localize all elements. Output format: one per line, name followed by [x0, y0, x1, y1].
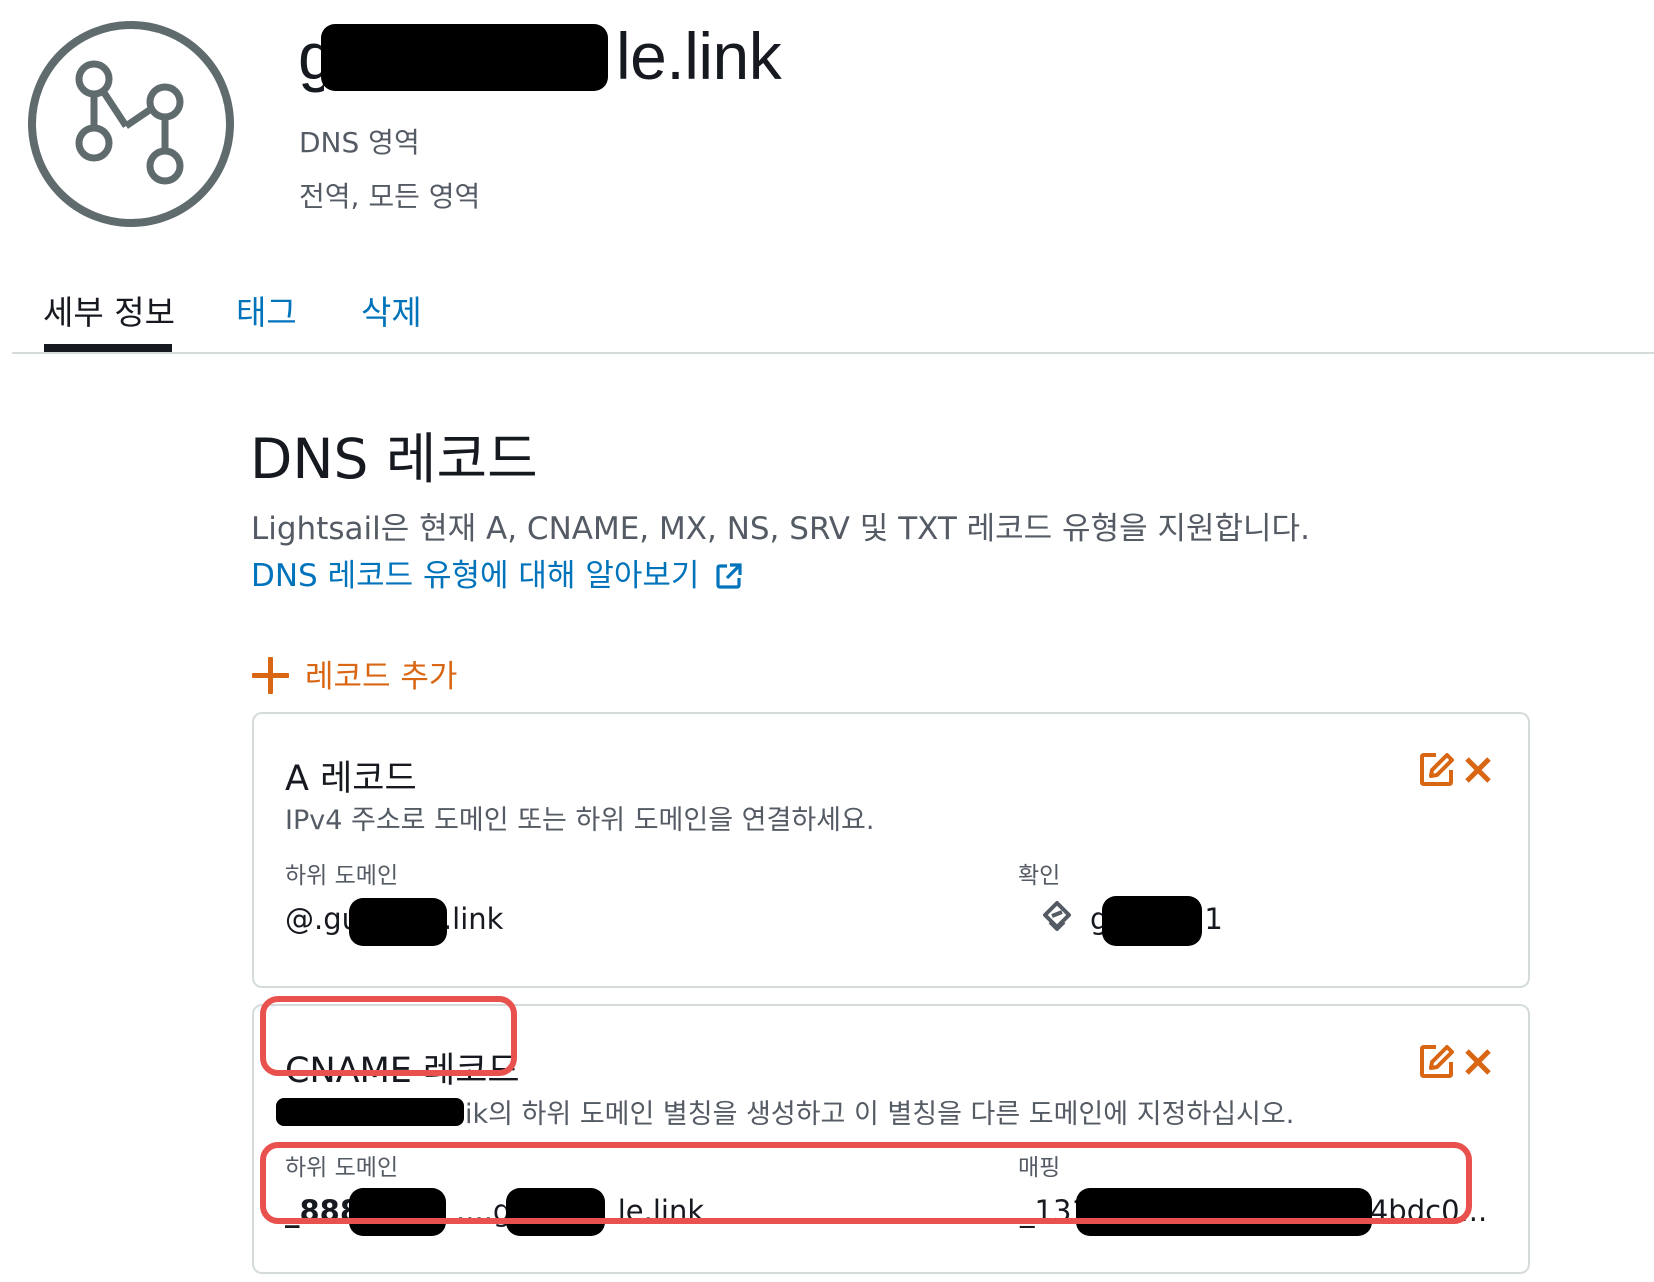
tab-delete[interactable]: 삭제: [361, 286, 422, 334]
edit-icon[interactable]: [1418, 1042, 1456, 1080]
a-record-actions: [1418, 750, 1492, 790]
external-link-icon: [716, 563, 742, 589]
learn-link-label: DNS 레코드 유형에 대해 알아보기: [251, 558, 700, 594]
add-record-button[interactable]: 레코드 추가: [252, 651, 457, 696]
redaction-mask: [1102, 896, 1202, 946]
a-record-description: IPv4 주소로 도메인 또는 하위 도메인을 연결하세요.: [285, 805, 875, 836]
target-suffix: 1: [1204, 902, 1223, 936]
a-record-target-label: 확인: [1018, 863, 1061, 889]
redaction-mask: [321, 24, 608, 91]
tab-tags[interactable]: 태그: [236, 286, 297, 334]
edit-icon[interactable]: [1418, 750, 1456, 788]
a-record-title: A 레코드: [285, 759, 417, 799]
plus-icon: [252, 657, 289, 694]
zone-type-label: DNS 영역: [299, 126, 420, 159]
learn-dns-record-types-link[interactable]: DNS 레코드 유형에 대해 알아보기: [251, 550, 743, 595]
redaction-mask: [276, 1098, 464, 1126]
title-suffix: le.link: [616, 19, 782, 93]
delete-icon[interactable]: [1464, 1048, 1492, 1076]
description-text: ik의 하위 도메인 별칭을 생성하고 이 별칭을 다른 도메인에 지정하십시오…: [465, 1099, 1295, 1130]
tab-bar: 세부 정보 태그 삭제: [12, 286, 1654, 354]
add-record-label: 레코드 추가: [305, 659, 458, 695]
cname-record-actions: [1418, 1042, 1492, 1082]
lightsail-instance-icon: [1043, 901, 1071, 931]
dns-zone-icon: [28, 21, 234, 227]
zone-scope-label: 전역, 모든 영역: [299, 180, 481, 213]
dns-zone-page: g le.link DNS 영역 전역, 모든 영역 세부 정보 태그 삭제 DN…: [0, 0, 1654, 1282]
dns-records-heading: DNS 레코드: [250, 427, 538, 491]
dns-records-description: Lightsail은 현재 A, CNAME, MX, NS, SRV 및 TX…: [251, 511, 1310, 547]
highlight-cname-title: [260, 996, 517, 1076]
active-tab-indicator: [44, 344, 172, 352]
delete-icon[interactable]: [1464, 756, 1492, 784]
highlight-cname-values: [260, 1142, 1472, 1224]
a-record-card: A 레코드 IPv4 주소로 도메인 또는 하위 도메인을 연결하세요. 하위 …: [252, 712, 1530, 988]
tab-details[interactable]: 세부 정보: [43, 286, 175, 334]
redaction-mask: [349, 898, 447, 946]
a-record-subdomain-label: 하위 도메인: [285, 863, 399, 889]
